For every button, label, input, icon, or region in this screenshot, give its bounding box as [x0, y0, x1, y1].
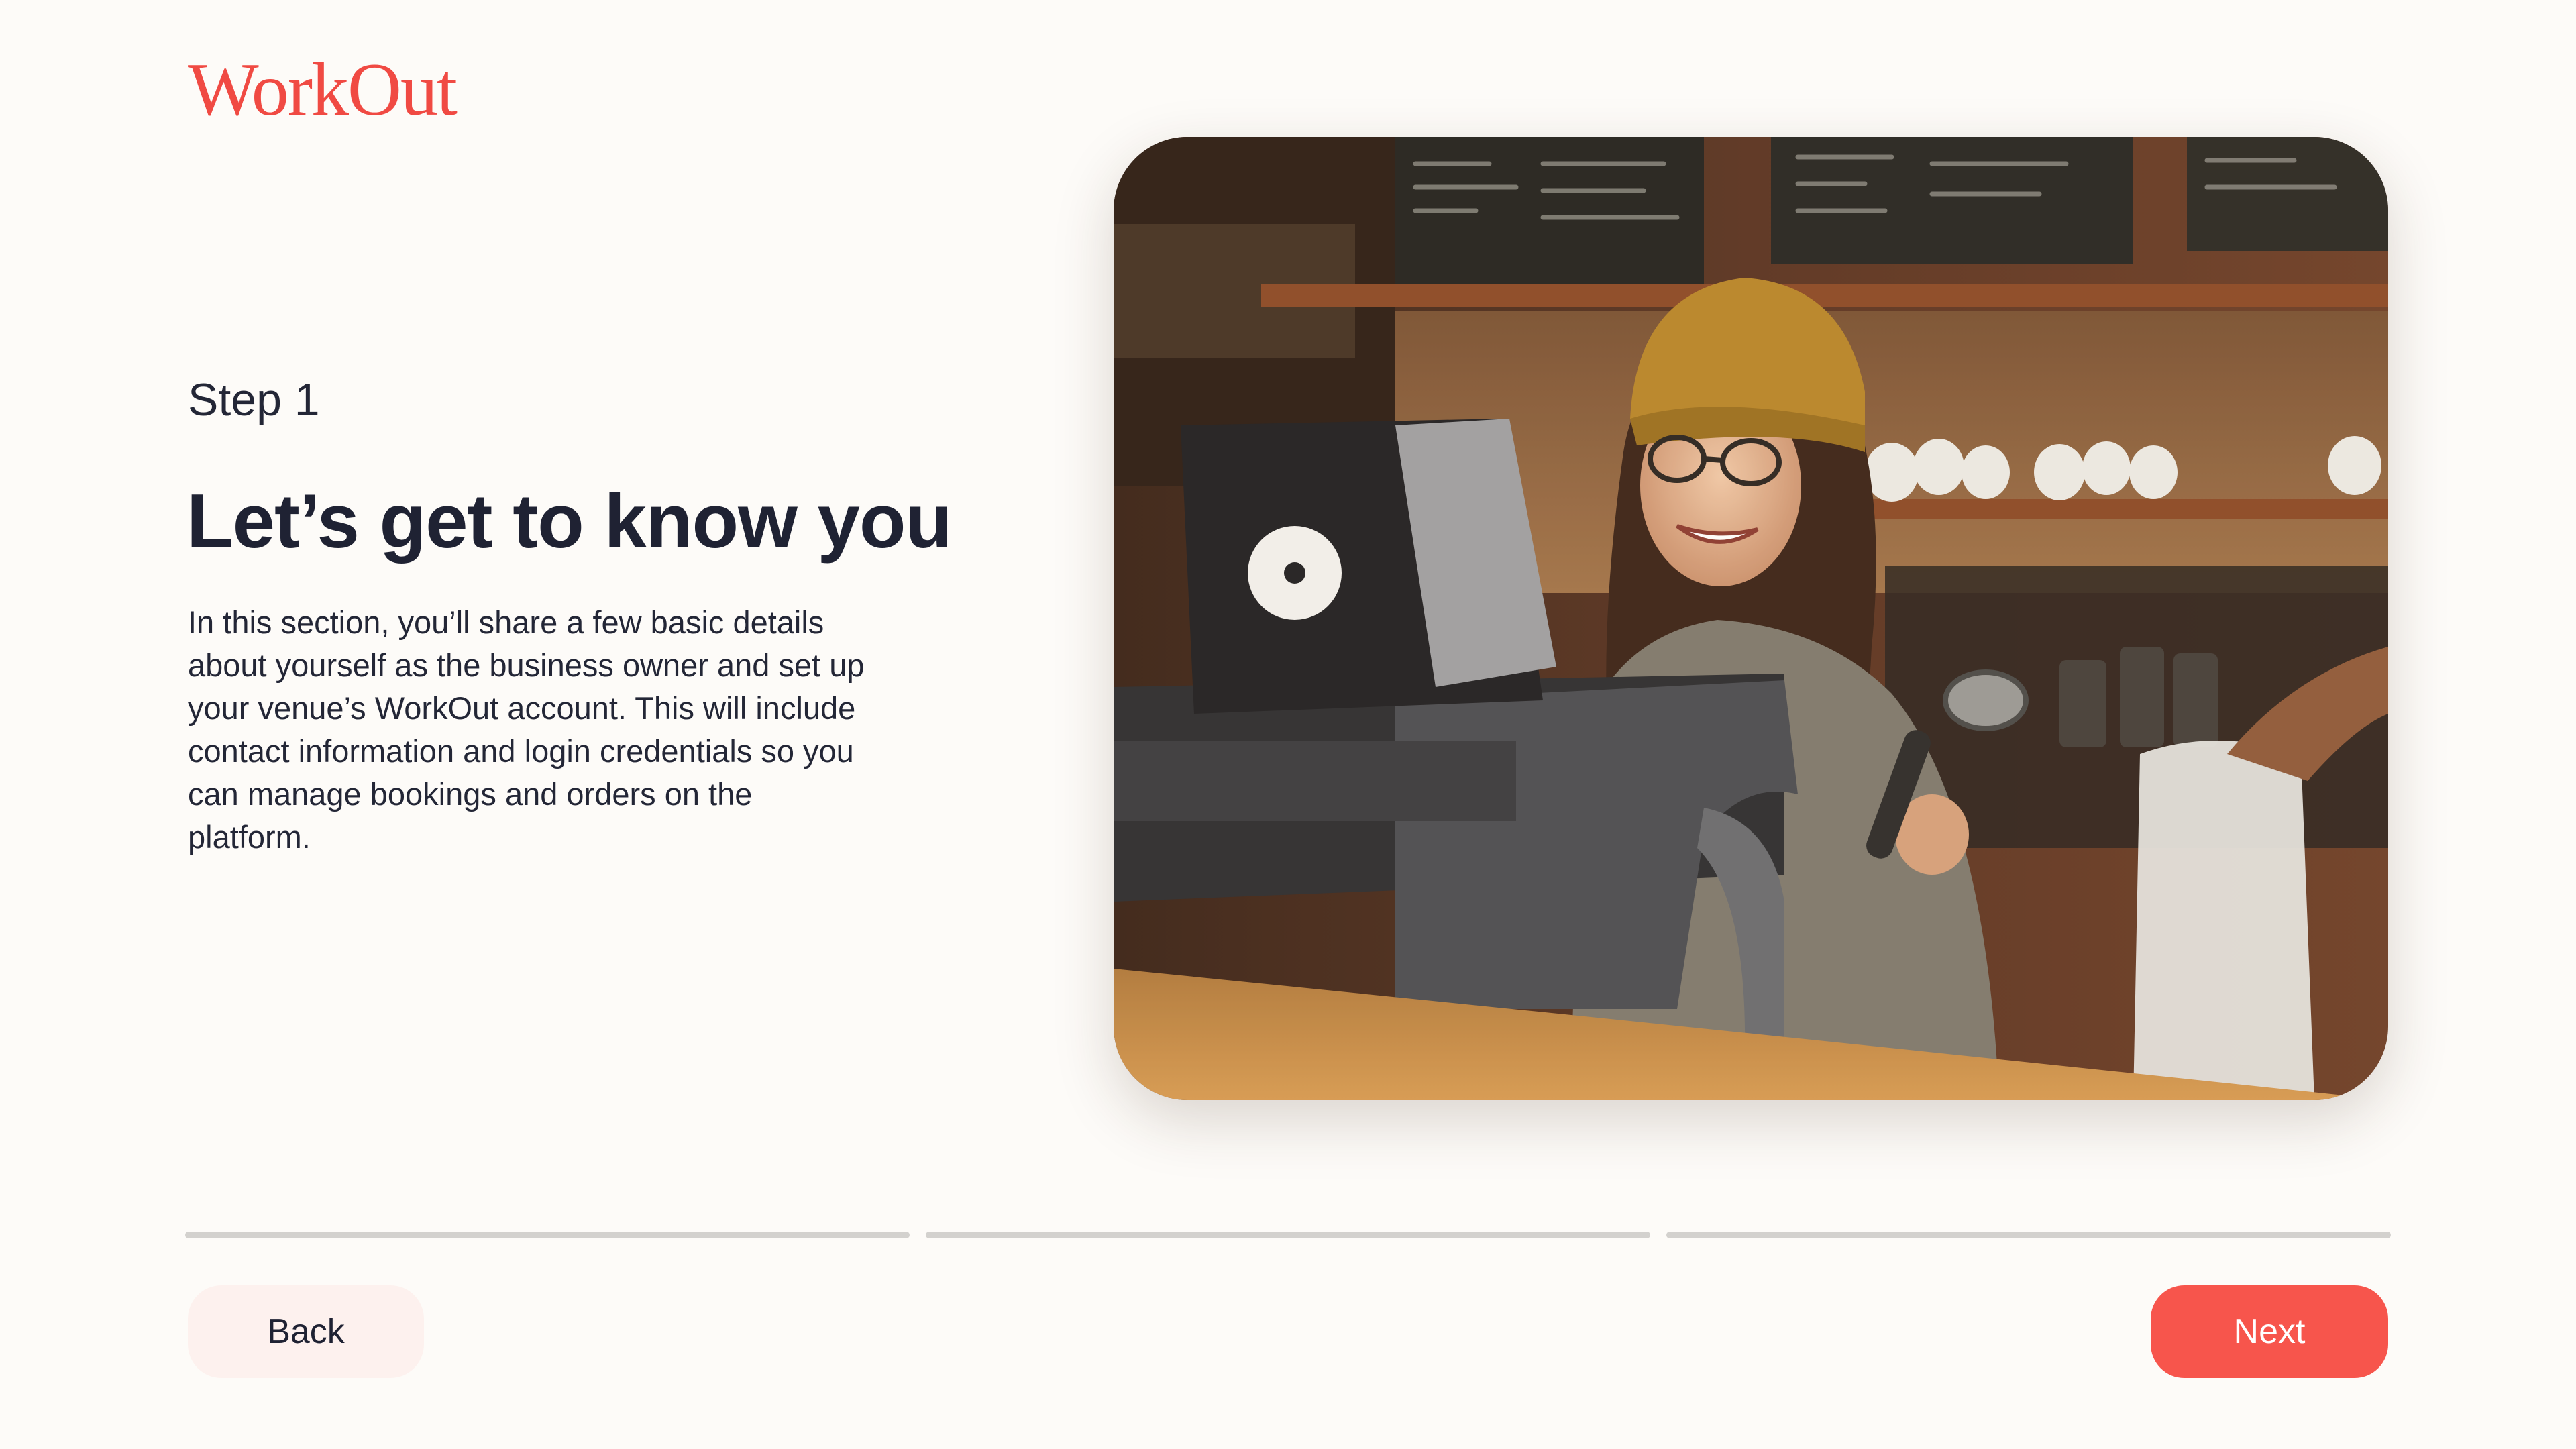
- progress-segment-2: [926, 1232, 1650, 1238]
- progress-segment-3: [1666, 1232, 2391, 1238]
- step-label: Step 1: [188, 374, 320, 425]
- workout-logo: WorkOut: [188, 48, 458, 131]
- progress-segment-1: [185, 1232, 910, 1238]
- intro-description: In this section, you’ll share a few basi…: [188, 604, 865, 855]
- barista-photo-illustration: [1114, 137, 2388, 1100]
- progress-bar: [185, 1232, 2391, 1238]
- page-title: Let’s get to know you: [186, 479, 952, 564]
- back-button[interactable]: Back: [188, 1285, 424, 1378]
- hero-image: [1114, 137, 2388, 1100]
- next-button[interactable]: Next: [2151, 1285, 2388, 1378]
